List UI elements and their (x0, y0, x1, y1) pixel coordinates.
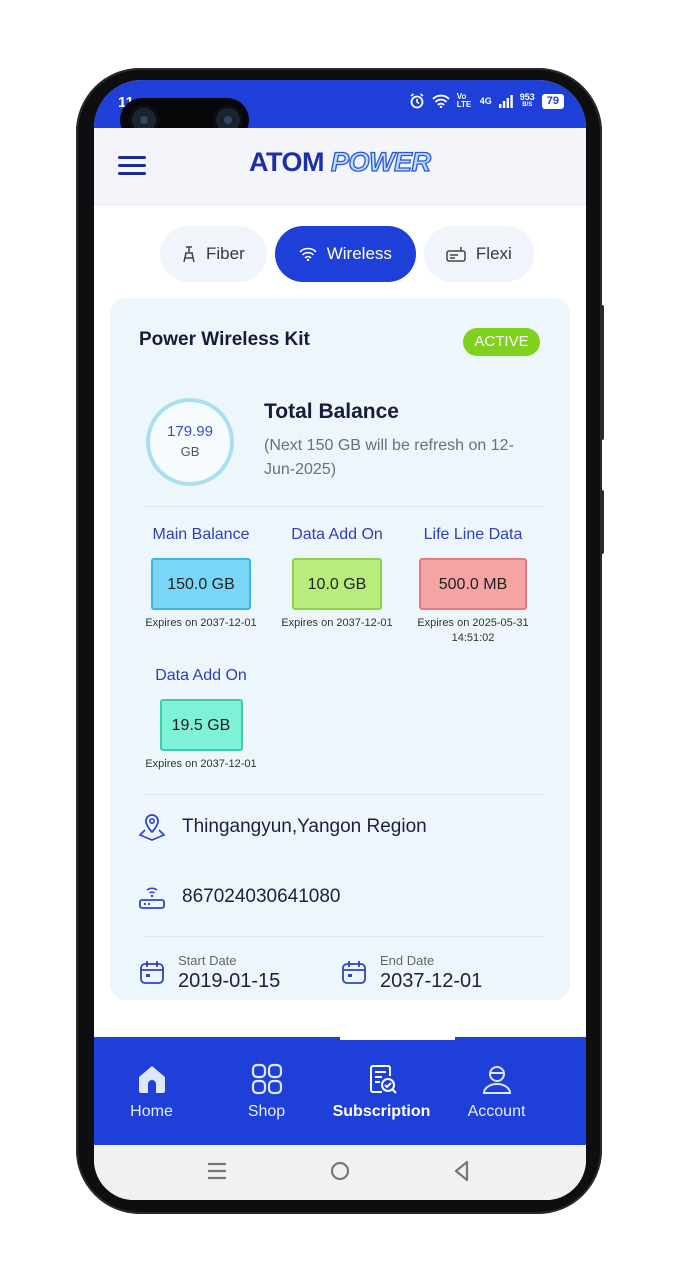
balance-value: 150.0 GB (151, 558, 251, 610)
total-balance-title: Total Balance (264, 400, 399, 423)
nav-label: Home (130, 1103, 173, 1120)
screen: 11 Vo LTE 4G 953 B/S 79 ATOM POWER Fiber (94, 80, 586, 1200)
start-date-value: 2019-01-15 (178, 970, 281, 992)
calendar-icon (140, 961, 164, 984)
location-icon (138, 814, 166, 841)
grid-icon (251, 1063, 282, 1095)
logo-power: POWER (330, 146, 431, 177)
system-nav-bar (94, 1145, 586, 1200)
balance-lifeline: Life Line Data 500.0 MB Expires on 2025-… (405, 526, 541, 646)
speed-unit: B/S (522, 102, 533, 108)
router-box-icon (446, 247, 466, 262)
nav-label: Shop (247, 1103, 286, 1120)
antenna-icon (183, 246, 195, 263)
brand-logo: ATOM POWER (249, 146, 432, 178)
nav-subscription[interactable]: Subscription (324, 1037, 439, 1145)
alarm-icon (410, 93, 424, 109)
balance-expiry: Expires on 2037-12-01 (145, 617, 257, 629)
calendar-icon (342, 961, 366, 984)
nav-account[interactable]: Account (439, 1037, 554, 1145)
divider (144, 506, 544, 507)
logo-atom: ATOM (249, 147, 325, 177)
device-id: 867024030641080 (182, 886, 341, 907)
subscription-icon (369, 1065, 397, 1094)
end-date-label: End Date (380, 953, 435, 968)
home-circle-icon[interactable] (330, 1159, 350, 1183)
location-row: Thingangyun,Yangon Region (138, 812, 427, 842)
tab-label: Flexi (475, 244, 512, 263)
speed-value: 953 (519, 92, 535, 102)
volte-label: Vo LTE (456, 92, 472, 109)
status-badge: ACTIVE (463, 328, 540, 356)
back-icon[interactable] (452, 1159, 472, 1183)
network-type: 4G (479, 96, 492, 106)
tab-flexi[interactable]: Flexi (423, 226, 534, 282)
divider (144, 936, 544, 937)
balance-addon: Data Add On 10.0 GB Expires on 2037-12-0… (269, 526, 405, 631)
wifi-status-icon (432, 94, 450, 108)
plan-card: Power Wireless Kit ACTIVE 179.99 GB Tota… (110, 298, 570, 1000)
battery-indicator: 79 (541, 93, 564, 109)
active-indicator (340, 1037, 455, 1040)
balance-expiry: Expires on 2025-05-31 14:51:02 (417, 617, 529, 644)
nav-label: Account (467, 1103, 526, 1120)
tab-wireless[interactable]: Wireless (274, 226, 416, 282)
refresh-note: (Next 150 GB will be refresh on 12-Jun-2… (264, 437, 514, 478)
home-icon (138, 1066, 165, 1093)
divider (144, 794, 544, 795)
total-balance-ring: 179.99 GB (146, 398, 234, 486)
router-icon (139, 887, 165, 909)
balance-label: Main Balance (152, 526, 250, 543)
balance-value: 19.5 GB (159, 699, 243, 751)
status-icons: Vo LTE 4G 953 B/S 79 (409, 93, 564, 109)
balance-value: 500.0 MB (419, 558, 527, 610)
nav-home[interactable]: Home (94, 1037, 209, 1145)
nav-shop[interactable]: Shop (209, 1037, 324, 1145)
balance-label: Life Line Data (423, 526, 523, 543)
nav-label: Subscription (332, 1103, 431, 1120)
balance-label: Data Add On (155, 667, 247, 684)
start-date-label: Start Date (178, 953, 237, 968)
network-speed: 953 B/S (520, 93, 535, 109)
menu-icon[interactable] (118, 156, 146, 178)
tab-label: Fiber (206, 244, 245, 263)
total-balance-value: 179.99 (167, 423, 213, 440)
plan-name: Power Wireless Kit (139, 329, 310, 350)
balance-main: Main Balance 150.0 GB Expires on 2037-12… (133, 526, 269, 631)
device-row: 867024030641080 (138, 882, 341, 912)
power-button (600, 490, 604, 554)
location-text: Thingangyun,Yangon Region (182, 816, 427, 837)
tab-label: Wireless (326, 244, 392, 263)
signal-icon (498, 94, 513, 108)
end-date-value: 2037-12-01 (380, 970, 483, 992)
balance-value: 10.0 GB (292, 558, 382, 610)
balance-addon-2: Data Add On 19.5 GB Expires on 2037-12-0… (133, 667, 269, 772)
balance-expiry: Expires on 2037-12-01 (281, 617, 393, 629)
wifi-icon (299, 247, 317, 261)
app-header: ATOM POWER (94, 128, 586, 205)
account-icon (482, 1066, 511, 1094)
balance-label: Data Add On (291, 526, 383, 543)
service-tabs: Fiber Wireless Flexi (160, 226, 534, 282)
end-date: End Date 2037-12-01 (340, 953, 482, 993)
recents-icon[interactable] (207, 1159, 227, 1183)
start-date: Start Date 2019-01-15 (138, 953, 280, 993)
volume-button (600, 305, 604, 440)
total-balance-unit: GB (180, 444, 200, 459)
bottom-nav: Home Shop Subscription Account (94, 1037, 586, 1145)
balance-expiry: Expires on 2037-12-01 (145, 758, 257, 770)
tab-fiber[interactable]: Fiber (160, 226, 267, 282)
